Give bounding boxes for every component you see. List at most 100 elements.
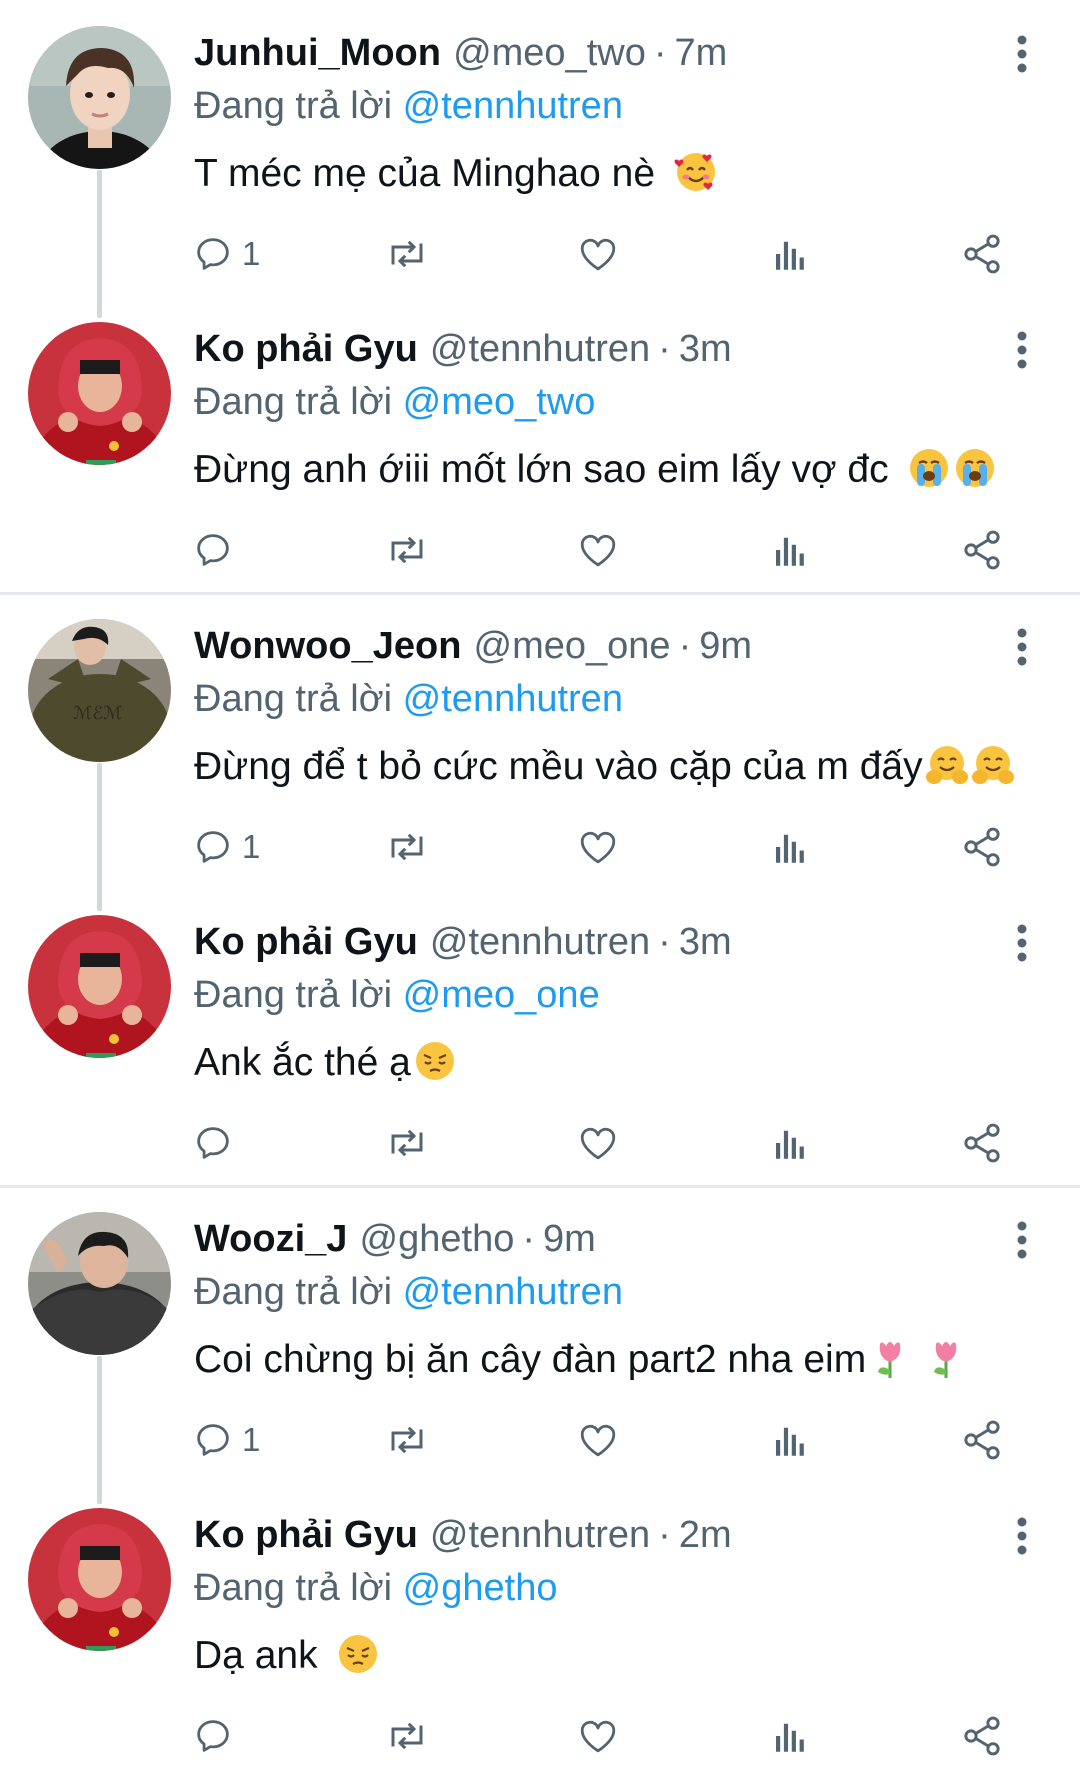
tweet[interactable]: Woozi_J @ghetho · 9m Đang trả lời @tennhut… (0, 1186, 1080, 1483)
views-button[interactable] (772, 817, 808, 877)
display-name[interactable]: Wonwoo_Jeon (194, 625, 461, 667)
timestamp[interactable]: 9m (699, 625, 752, 667)
user-handle[interactable]: @meo_one (474, 625, 671, 667)
replying-to: Đang trả lời @tennhutren (194, 78, 623, 134)
share-icon (964, 827, 1000, 867)
like-button[interactable] (576, 520, 620, 580)
share-button[interactable] (960, 1706, 1004, 1766)
smiling-face-with-hearts-emoji (674, 153, 715, 191)
more-options-icon[interactable] (1006, 623, 1038, 671)
thread: ℳℰℳ Wonwoo_Jeon @meo_one · 9m Đang trả lời… (0, 593, 1080, 1183)
avatar-ko-phai-gyu[interactable] (28, 322, 171, 465)
tweet[interactable]: Junhui_Moon @meo_two · 7m Đang trả lời @te… (0, 0, 1080, 297)
retweet-button[interactable] (384, 1410, 430, 1470)
share-icon (964, 234, 1000, 274)
share-button[interactable] (960, 1410, 1004, 1470)
views-icon (776, 1427, 804, 1456)
reply-button[interactable] (192, 1113, 242, 1173)
display-name[interactable]: Ko phải Gyu (194, 1514, 418, 1556)
more-options-icon[interactable] (1006, 1512, 1038, 1560)
share-button[interactable] (960, 817, 1004, 877)
share-button[interactable] (960, 1113, 1004, 1173)
mention-link[interactable]: @tennhutren (403, 1271, 623, 1313)
loudly-crying-face-emoji (956, 449, 995, 487)
reply-button[interactable]: 1 (192, 224, 260, 284)
user-handle[interactable]: @meo_two (453, 32, 646, 74)
like-button[interactable] (576, 1410, 620, 1470)
views-button[interactable] (772, 1113, 808, 1173)
tweet[interactable]: Ko phải Gyu @tennhutren · 2m Đang trả lời … (0, 1482, 1080, 1779)
timestamp[interactable]: 7m (674, 32, 727, 74)
reply-button[interactable] (192, 1706, 242, 1766)
display-name[interactable]: Woozi_J (194, 1218, 347, 1260)
tweet[interactable]: Ko phải Gyu @tennhutren · 3m Đang trả lời … (0, 296, 1080, 593)
display-name[interactable]: Ko phải Gyu (194, 328, 418, 370)
retweet-button[interactable] (384, 1706, 430, 1766)
avatar-woozi[interactable] (28, 1212, 171, 1355)
timestamp[interactable]: 3m (679, 921, 732, 963)
replying-to-label: Đang trả lời (194, 1271, 393, 1313)
like-button[interactable] (576, 224, 620, 284)
avatar-junhui[interactable] (28, 26, 171, 169)
mention-link[interactable]: @tennhutren (403, 678, 623, 720)
retweet-button[interactable] (384, 817, 430, 877)
reply-icon (197, 831, 229, 863)
mention-link[interactable]: @ghetho (403, 1567, 558, 1609)
reply-button[interactable] (192, 520, 242, 580)
views-button[interactable] (772, 520, 808, 580)
tweet-header: Wonwoo_Jeon @meo_one · 9m (194, 617, 752, 677)
tweet-header: Ko phải Gyu @tennhutren · 3m (194, 320, 732, 380)
timestamp[interactable]: 9m (543, 1218, 596, 1260)
tweet[interactable]: Ko phải Gyu @tennhutren · 3m Đang trả lời … (0, 889, 1080, 1186)
more-options-icon[interactable] (1006, 1216, 1038, 1264)
mention-link[interactable]: @meo_two (403, 381, 596, 423)
timestamp[interactable]: 2m (679, 1514, 732, 1556)
reply-button[interactable]: 1 (192, 1410, 260, 1470)
like-icon (580, 534, 616, 567)
user-handle[interactable]: @tennhutren (430, 328, 650, 370)
tweet-header: Junhui_Moon @meo_two · 7m (194, 24, 727, 84)
separator-dot: · (658, 328, 671, 370)
share-button[interactable] (960, 520, 1004, 580)
tweet-text-content: Đừng để t bỏ cức mều vào cặp của m đấy (194, 745, 923, 788)
user-handle[interactable]: @tennhutren (430, 921, 650, 963)
avatar-ko-phai-gyu[interactable] (28, 915, 171, 1058)
mention-link[interactable]: @tennhutren (403, 85, 623, 127)
hugging-face-emoji (925, 746, 968, 784)
retweet-button[interactable] (384, 520, 430, 580)
tweet-header: Woozi_J @ghetho · 9m (194, 1210, 596, 1270)
more-options-icon[interactable] (1006, 919, 1038, 967)
share-button[interactable] (960, 224, 1004, 284)
more-options-icon[interactable] (1006, 326, 1038, 374)
tweet-text: Đừng để t bỏ cức mều vào cặp của m đấy (194, 739, 1015, 795)
avatar-wonwoo[interactable]: ℳℰℳ (28, 619, 171, 762)
tweet[interactable]: ℳℰℳ Wonwoo_Jeon @meo_one · 9m Đang trả lời… (0, 593, 1080, 890)
user-handle[interactable]: @tennhutren (430, 1514, 650, 1556)
retweet-button[interactable] (384, 224, 430, 284)
display-name[interactable]: Ko phải Gyu (194, 921, 418, 963)
retweet-icon (391, 536, 423, 564)
like-button[interactable] (576, 1113, 620, 1173)
reply-icon (197, 1720, 229, 1752)
mention-link[interactable]: @meo_one (403, 974, 600, 1016)
like-button[interactable] (576, 817, 620, 877)
more-options-icon[interactable] (1006, 30, 1038, 78)
views-button[interactable] (772, 1706, 808, 1766)
reply-button[interactable]: 1 (192, 817, 260, 877)
like-button[interactable] (576, 1706, 620, 1766)
reply-feed: Junhui_Moon @meo_two · 7m Đang trả lời @te… (0, 0, 1080, 1776)
replying-to-label: Đang trả lời (194, 974, 393, 1016)
user-handle[interactable]: @ghetho (360, 1218, 515, 1260)
like-icon (580, 1720, 616, 1753)
views-button[interactable] (772, 1410, 808, 1470)
share-icon (964, 1716, 1000, 1756)
retweet-button[interactable] (384, 1113, 430, 1173)
views-button[interactable] (772, 224, 808, 284)
separator-dot: · (653, 32, 667, 74)
timestamp[interactable]: 3m (679, 328, 732, 370)
thread: Junhui_Moon @meo_two · 7m Đang trả lời @te… (0, 0, 1080, 587)
retweet-icon (391, 1129, 423, 1157)
avatar-ko-phai-gyu[interactable] (28, 1508, 171, 1651)
display-name[interactable]: Junhui_Moon (194, 32, 441, 74)
tweet-text-content: Coi chừng bị ăn cây đàn part2 nha eim (194, 1338, 867, 1381)
